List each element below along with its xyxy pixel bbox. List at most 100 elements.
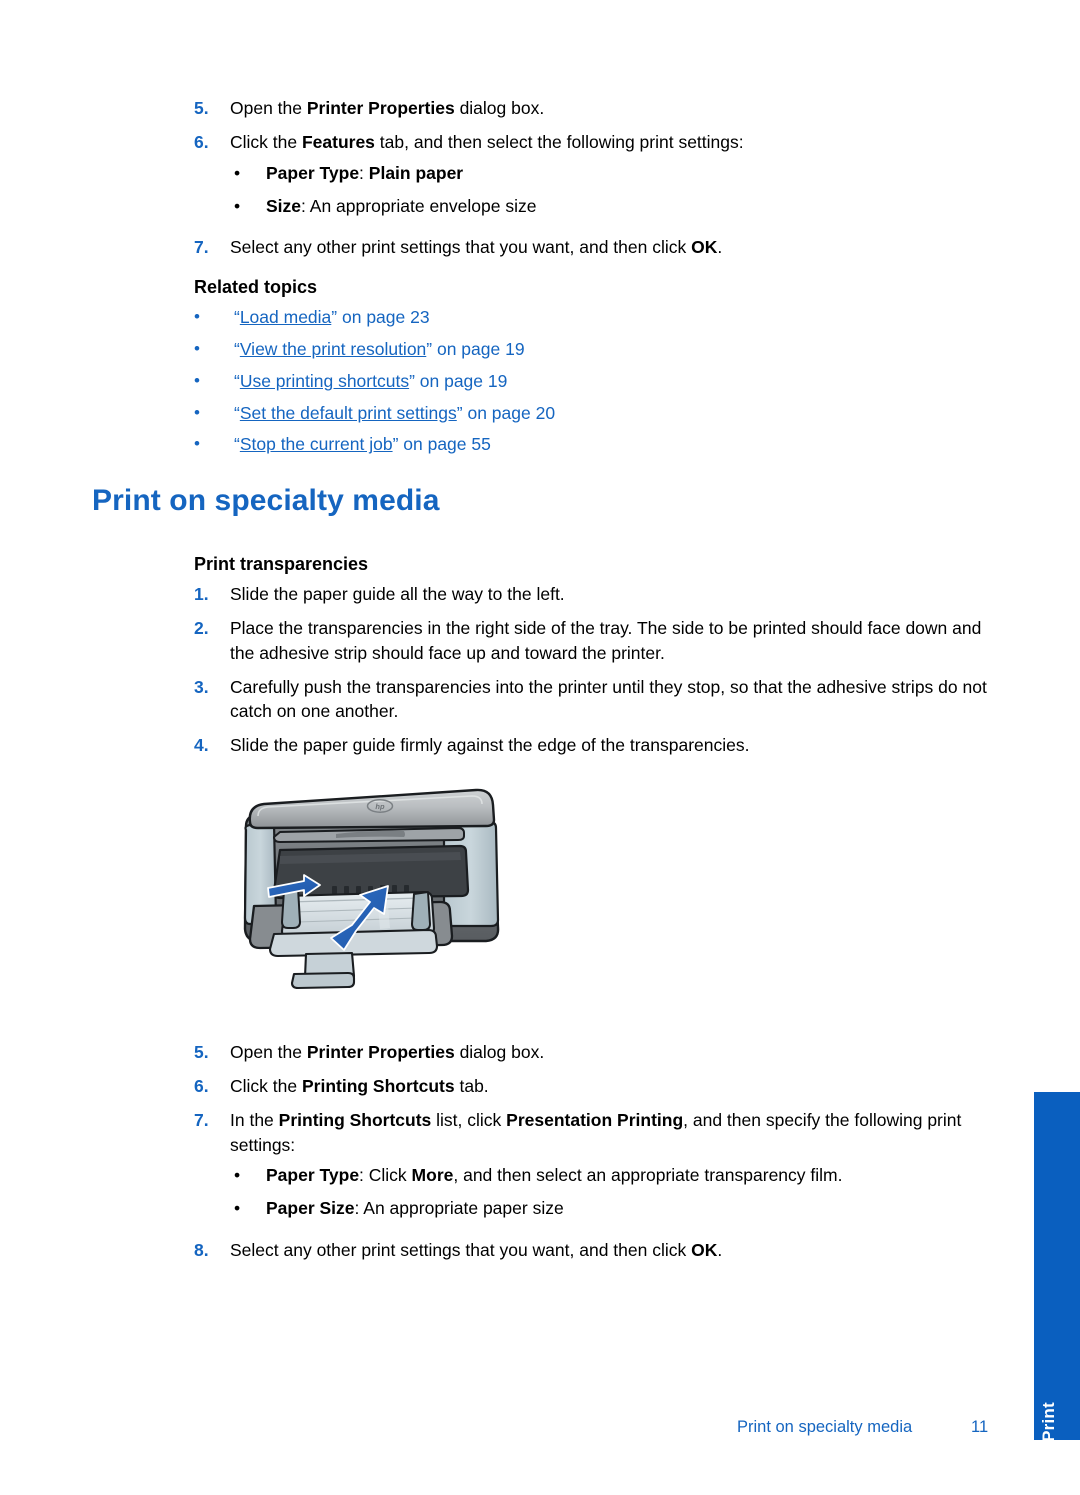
emphasis-text: Printing Shortcuts	[278, 1109, 432, 1130]
body-text: Place the transparencies in the right si…	[230, 617, 982, 663]
body-text: Click the	[230, 1075, 302, 1096]
sub-bullet-item: • Paper Type: Plain paper	[230, 161, 994, 186]
related-topics-heading: Related topics	[194, 277, 318, 297]
list-item: 5. Open the Printer Properties dialog box…	[194, 96, 994, 121]
list-item-text: Carefully push the transparencies into t…	[230, 675, 994, 725]
bottom-steps-list: 5. Open the Printer Properties dialog box…	[194, 1040, 994, 1272]
paragraph: In the Printing Shortcuts list, click Pr…	[230, 1108, 994, 1158]
body-text: tab.	[454, 1075, 489, 1096]
list-item-text: Place the transparencies in the right si…	[230, 616, 994, 666]
paragraph: Select any other print settings that you…	[230, 235, 994, 260]
sub-bullet-item: • Paper Type: Click More, and then select…	[230, 1163, 994, 1188]
paragraph: Carefully push the transparencies into t…	[230, 675, 994, 725]
related-topic-text: “View the print resolution” on page 19	[234, 337, 954, 362]
list-item-number: 1.	[194, 584, 209, 604]
cross-reference-link[interactable]: Set the default print settings	[240, 403, 457, 423]
svg-text:hp: hp	[375, 802, 385, 811]
list-item: 4. Slide the paper guide firmly against t…	[194, 733, 994, 758]
bullet-glyph: •	[194, 434, 200, 454]
related-topic-item[interactable]: • “Stop the current job” on page 55	[194, 432, 954, 457]
cross-reference-link[interactable]: Stop the current job	[240, 434, 393, 454]
list-item-text: Open the Printer Properties dialog box.	[230, 96, 994, 121]
emphasis-text: Paper Type	[266, 162, 360, 183]
list-item: 2. Place the transparencies in the right …	[194, 616, 994, 666]
list-item-text: Click the Printing Shortcuts tab.	[230, 1074, 994, 1099]
sub-bullet-text: Paper Type: Plain paper	[266, 161, 994, 186]
sub-bullet-text: Paper Size: An appropriate paper size	[266, 1196, 994, 1221]
page-reference: on page 20	[462, 402, 556, 423]
body-text: Slide the paper guide all the way to the…	[230, 584, 565, 604]
footer-section-title: Print on specialty media	[737, 1418, 913, 1436]
list-item-text: Click the Features tab, and then select …	[230, 130, 994, 227]
emphasis-text: Paper Type	[266, 1165, 360, 1186]
page-reference: on page 55	[398, 434, 491, 455]
list-item-number: 7.	[194, 1109, 209, 1130]
bullet-glyph: •	[194, 402, 200, 422]
list-item-number: 6.	[194, 131, 209, 152]
list-item: 6. Click the Printing Shortcuts tab.	[194, 1074, 994, 1099]
footer-page-number: 11	[971, 1418, 989, 1436]
body-text: :	[359, 162, 369, 183]
list-item-number: 2.	[194, 617, 209, 638]
hp-printer-illustration: hp	[228, 778, 520, 990]
paragraph: Click the Printing Shortcuts tab.	[230, 1074, 994, 1099]
top-steps-list: 5. Open the Printer Properties dialog box…	[194, 96, 994, 269]
cross-reference-link[interactable]: Use printing shortcuts	[240, 371, 409, 391]
emphasis-text: OK	[691, 1240, 718, 1261]
list-item-number: 8.	[194, 1240, 209, 1261]
cross-reference-link[interactable]: Load media	[240, 307, 331, 327]
sub-bullet-item: • Size: An appropriate envelope size	[230, 194, 994, 219]
list-item-number: 4.	[194, 735, 209, 756]
related-topic-text: “Stop the current job” on page 55	[234, 432, 954, 457]
cross-reference-link[interactable]: View the print resolution	[240, 339, 426, 359]
sub-bullet-text: Size: An appropriate envelope size	[266, 194, 994, 219]
side-tab-print: Print	[1034, 1092, 1080, 1442]
body-text: Carefully push the transparencies into t…	[230, 676, 987, 722]
paragraph: Slide the paper guide firmly against the…	[230, 733, 994, 758]
body-text: Select any other print settings that you…	[230, 237, 692, 258]
related-topic-text: “Use printing shortcuts” on page 19	[234, 369, 954, 394]
list-item: 6. Click the Features tab, and then selec…	[194, 130, 994, 227]
paragraph: Place the transparencies in the right si…	[230, 616, 994, 666]
body-text: In the	[230, 1109, 279, 1130]
list-item: 8. Select any other print settings that y…	[194, 1238, 994, 1263]
document-page: Print 5. Open the Printer Properties dial…	[0, 0, 1080, 1495]
list-item-number: 6.	[194, 1075, 209, 1096]
related-topics-list: • “Load media” on page 23 • “View the print…	[194, 305, 954, 464]
body-text: : An appropriate paper size	[354, 1198, 564, 1219]
bullet-glyph: •	[234, 162, 241, 183]
sub-bullet-list: • Paper Type: Plain paper • Size: An approp…	[230, 161, 994, 219]
page-reference: on page 19	[432, 338, 525, 359]
subsection-heading: Print transparencies	[194, 554, 369, 574]
body-text: : Click	[359, 1165, 412, 1186]
bullet-glyph: •	[194, 370, 200, 390]
body-text: dialog box.	[454, 1042, 545, 1062]
related-topic-text: “Load media” on page 23	[234, 305, 954, 330]
list-item-text: Slide the paper guide firmly against the…	[230, 733, 994, 758]
list-item-text: Select any other print settings that you…	[230, 235, 994, 260]
related-topic-item[interactable]: • “Set the default print settings” on pag…	[194, 401, 954, 426]
emphasis-text: Plain paper	[368, 162, 464, 183]
bullet-glyph: •	[234, 1198, 241, 1219]
body-text: Open the	[230, 1042, 307, 1062]
sub-bullet-item: • Paper Size: An appropriate paper size	[230, 1196, 994, 1221]
related-topic-item[interactable]: • “Use printing shortcuts” on page 19	[194, 369, 954, 394]
list-item: 5. Open the Printer Properties dialog box…	[194, 1040, 994, 1065]
page-reference: on page 23	[337, 307, 430, 327]
paragraph: Open the Printer Properties dialog box.	[230, 96, 994, 121]
related-topic-item[interactable]: • “View the print resolution” on page 19	[194, 337, 954, 362]
body-text: Open the	[230, 98, 307, 118]
transparency-steps-list: 1. Slide the paper guide all the way to t…	[194, 582, 994, 767]
body-text: Slide the paper guide firmly against the…	[230, 735, 750, 756]
list-item-number: 5.	[194, 98, 209, 118]
related-topic-item[interactable]: • “Load media” on page 23	[194, 305, 954, 330]
body-text: .	[717, 237, 723, 258]
sub-bullet-text: Paper Type: Click More, and then select …	[266, 1163, 994, 1188]
emphasis-text: Features	[301, 131, 375, 152]
list-item: 3. Carefully push the transparencies into…	[194, 675, 994, 725]
paragraph: Select any other print settings that you…	[230, 1238, 994, 1263]
related-topic-text: “Set the default print settings” on page…	[234, 401, 954, 426]
emphasis-text: Printing Shortcuts	[301, 1075, 455, 1096]
body-text: .	[717, 1240, 723, 1261]
body-text: list, click	[431, 1109, 507, 1130]
